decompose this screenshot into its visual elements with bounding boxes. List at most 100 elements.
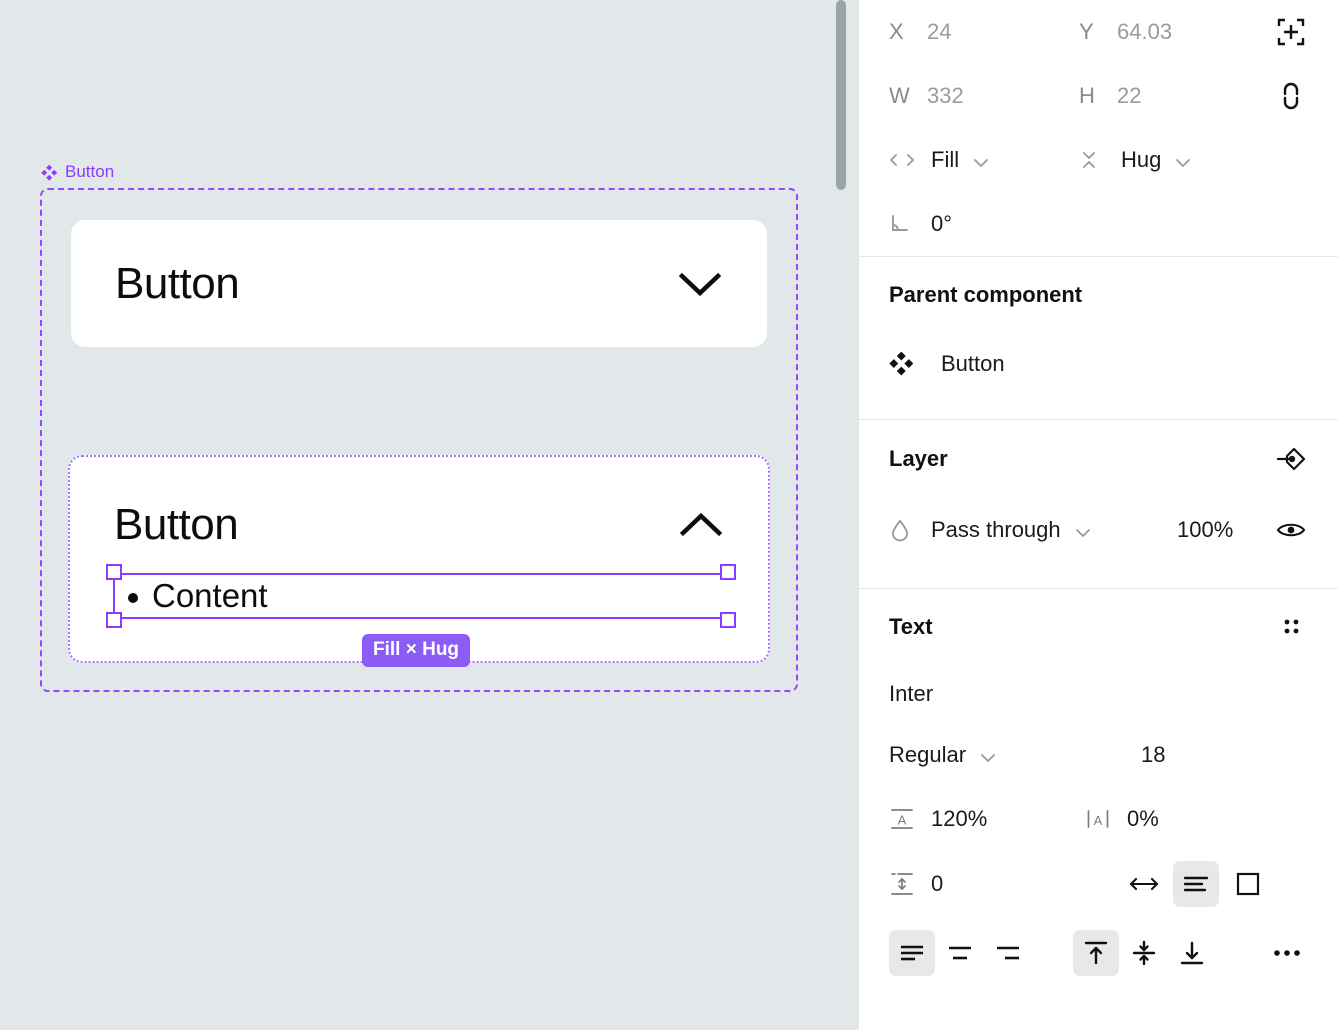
resize-handle-bottom-left[interactable] <box>106 612 122 628</box>
blend-mode-field[interactable]: Pass through <box>889 517 1139 543</box>
chevron-down-icon[interactable] <box>980 750 996 762</box>
horizontal-resize-icon <box>889 151 917 169</box>
horizontal-resize-value: Fill <box>931 147 960 172</box>
font-size-value[interactable]: 18 <box>1141 742 1165 768</box>
x-value: 24 <box>927 19 952 44</box>
more-options-icon[interactable] <box>1266 932 1308 974</box>
parent-component-row[interactable]: Button <box>889 333 1308 395</box>
canvas-scrollbar-thumb[interactable] <box>836 0 846 190</box>
button-card-collapsed[interactable]: Button <box>71 220 767 347</box>
align-center-icon[interactable] <box>937 930 983 976</box>
w-field[interactable]: W 332 <box>889 83 1079 109</box>
text-caret <box>113 575 115 617</box>
line-height-value: 120% <box>931 806 988 831</box>
add-annotation-icon[interactable] <box>1274 442 1308 476</box>
unlink-aspect-ratio-icon[interactable] <box>1274 79 1308 113</box>
font-weight-field[interactable]: Regular <box>889 742 1141 768</box>
layer-header: Layer <box>889 420 1308 498</box>
text-alignment-row <box>889 917 1308 989</box>
chevron-down-icon[interactable] <box>1075 525 1091 537</box>
opacity-value[interactable]: 100% <box>1177 517 1233 543</box>
selected-text-layer[interactable]: Content <box>106 564 736 628</box>
blend-mode-value: Pass through <box>931 517 1061 542</box>
content-text-value: Content <box>152 576 268 619</box>
canvas-scrollbar[interactable] <box>836 0 846 1030</box>
paragraph-resize-row: 0 <box>889 851 1308 917</box>
letter-spacing-field[interactable]: A 0% <box>1085 806 1275 832</box>
y-field[interactable]: Y 64.03 <box>1079 19 1269 45</box>
resize-row: Fill Hug <box>889 128 1308 192</box>
bullet-dot-icon <box>128 592 138 603</box>
align-left-icon[interactable] <box>889 930 935 976</box>
set-position-crosshair-icon[interactable] <box>1274 15 1308 49</box>
vertical-resize-icon <box>1079 147 1107 173</box>
rotation-row: 0° <box>889 192 1308 256</box>
vertical-resize-field[interactable]: Hug <box>1079 147 1269 173</box>
paragraph-spacing-field[interactable]: 0 <box>889 870 1085 898</box>
resize-handle-top-left[interactable] <box>106 564 122 580</box>
component-frame-label-text: Button <box>65 162 115 181</box>
align-top-icon[interactable] <box>1073 930 1119 976</box>
line-height-icon: A <box>889 806 917 832</box>
line-height-field[interactable]: A 120% <box>889 806 1085 832</box>
chevron-down-icon[interactable] <box>1175 155 1191 167</box>
type-settings-grid-icon[interactable] <box>1274 610 1308 644</box>
text-section: Text Inter Regular 18 A 120% A 0% 0 <box>859 589 1338 989</box>
chevron-up-icon[interactable] <box>678 511 724 539</box>
h-field[interactable]: H 22 <box>1079 83 1269 109</box>
paragraph-spacing-value: 0 <box>931 871 944 896</box>
design-canvas[interactable]: Button Button Button Content Fill × Hug <box>0 0 858 1030</box>
chevron-down-icon[interactable] <box>973 155 989 167</box>
align-middle-icon[interactable] <box>1121 930 1167 976</box>
blend-mode-drop-icon <box>889 518 917 542</box>
letter-spacing-icon: A <box>1085 806 1113 832</box>
line-height-letter-spacing-row: A 120% A 0% <box>889 787 1308 851</box>
font-family-row[interactable]: Inter <box>889 665 1308 723</box>
rotation-value: 0° <box>931 211 953 236</box>
blend-opacity-row: Pass through 100% <box>889 498 1308 562</box>
font-weight-value: Regular <box>889 742 967 767</box>
resize-handle-top-right[interactable] <box>720 564 736 580</box>
text-title: Text <box>889 614 933 639</box>
y-label: Y <box>1079 19 1094 44</box>
h-label: H <box>1079 83 1095 108</box>
auto-width-icon[interactable] <box>1121 861 1167 907</box>
text-header: Text <box>889 589 1308 665</box>
chevron-down-icon[interactable] <box>677 270 723 298</box>
paragraph-spacing-icon <box>889 870 917 898</box>
svg-text:A: A <box>898 813 907 828</box>
size-badge: Fill × Hug <box>362 634 471 667</box>
properties-panel: X 24 Y 64.03 W 332 H 22 Fill Hug 0° Pare… <box>858 0 1338 1030</box>
position-size-section: X 24 Y 64.03 W 332 H 22 Fill Hug 0° <box>859 0 1338 256</box>
button-card-collapsed-label: Button <box>115 259 240 308</box>
eye-visible-icon[interactable] <box>1274 513 1308 547</box>
component-diamond-icon <box>889 352 941 376</box>
h-value: 22 <box>1117 83 1142 108</box>
align-bottom-icon[interactable] <box>1169 930 1215 976</box>
rotation-field[interactable]: 0° <box>889 211 1079 237</box>
vertical-resize-value: Hug <box>1121 147 1162 172</box>
button-card-expanded-label: Button <box>114 500 239 549</box>
align-right-icon[interactable] <box>985 930 1031 976</box>
xy-row: X 24 Y 64.03 <box>889 0 1308 64</box>
font-style-size-row: Regular 18 <box>889 723 1308 787</box>
layer-section: Layer Pass through 100% <box>859 420 1338 588</box>
layer-title: Layer <box>889 446 948 471</box>
w-label: W <box>889 83 910 108</box>
component-frame-label[interactable]: Button <box>41 160 114 184</box>
horizontal-resize-field[interactable]: Fill <box>889 147 1079 173</box>
letter-spacing-value: 0% <box>1127 806 1159 831</box>
svg-text:A: A <box>1094 813 1103 828</box>
fixed-size-icon[interactable] <box>1225 861 1271 907</box>
content-list-item: Content <box>128 576 268 619</box>
resize-handle-bottom-right[interactable] <box>720 612 736 628</box>
wh-row: W 332 H 22 <box>889 64 1308 128</box>
button-card-expanded[interactable]: Button <box>68 455 770 663</box>
auto-height-icon[interactable] <box>1173 861 1219 907</box>
parent-component-title: Parent component <box>889 282 1083 307</box>
parent-component-section: Parent component Button <box>859 257 1338 419</box>
x-field[interactable]: X 24 <box>889 19 1079 45</box>
w-value: 332 <box>927 83 964 108</box>
component-diamond-icon <box>41 164 58 181</box>
y-value: 64.03 <box>1117 19 1173 44</box>
